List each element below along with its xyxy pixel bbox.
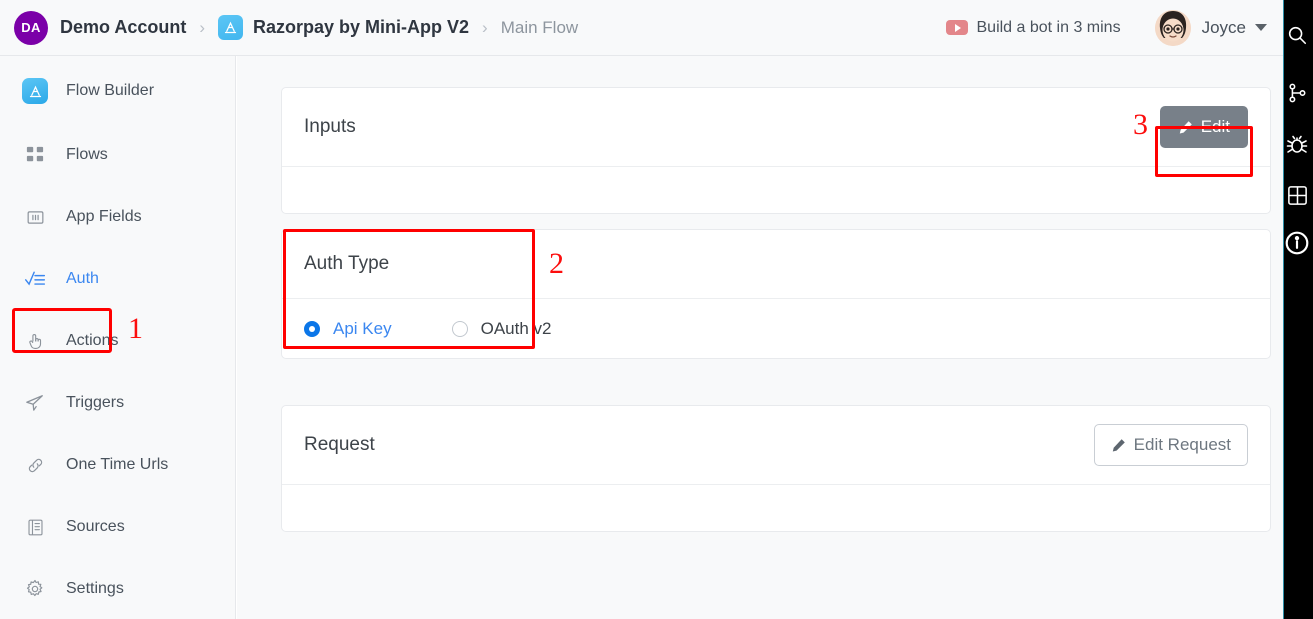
sidebar-item-label: Flow Builder bbox=[66, 82, 155, 99]
pencil-icon bbox=[1111, 438, 1126, 453]
breadcrumb-separator-icon-2: › bbox=[482, 18, 488, 37]
annotation-number-1: 1 bbox=[128, 312, 143, 345]
inputs-card: Inputs Edit bbox=[281, 87, 1271, 214]
sidebar-item-label: Settings bbox=[66, 580, 124, 597]
info-icon[interactable] bbox=[1284, 226, 1313, 260]
sidebar-item-label: Triggers bbox=[66, 394, 125, 411]
annotation-number-3: 3 bbox=[1133, 108, 1148, 141]
grid-icon[interactable] bbox=[1284, 178, 1313, 212]
auth-check-icon bbox=[22, 266, 48, 292]
paper-plane-icon bbox=[22, 390, 48, 416]
radio-oauth-v2-label: OAuth v2 bbox=[480, 318, 552, 338]
chevron-down-icon[interactable] bbox=[1255, 24, 1267, 31]
sidebar-item-label: Flows bbox=[66, 146, 108, 163]
user-name[interactable]: Joyce bbox=[1202, 18, 1246, 38]
radio-api-key[interactable]: Api Key bbox=[304, 319, 392, 339]
sidebar-item-sources[interactable]: Sources bbox=[0, 506, 235, 548]
sidebar-item-triggers[interactable]: Triggers bbox=[0, 382, 235, 424]
right-tool-rail bbox=[1283, 0, 1313, 619]
book-icon bbox=[22, 514, 48, 540]
avatar[interactable] bbox=[1154, 9, 1191, 46]
request-title: Request bbox=[304, 434, 375, 455]
breadcrumb-app[interactable]: Razorpay by Mini-App V2 bbox=[253, 17, 469, 38]
auth-card: Auth Type Api Key OAuth v2 bbox=[281, 229, 1271, 359]
inputs-card-header: Inputs Edit bbox=[282, 88, 1270, 167]
radio-oauth-v2-indicator[interactable] bbox=[451, 320, 468, 337]
gear-icon bbox=[22, 576, 48, 602]
breadcrumb-separator-icon: › bbox=[199, 18, 206, 37]
request-card-header: Request Edit Request bbox=[282, 406, 1270, 485]
auth-card-header: Auth Type bbox=[282, 230, 1270, 299]
sidebar-item-flows[interactable]: Flows bbox=[0, 134, 235, 176]
top-bar-right: Build a bot in 3 mins Joyce bbox=[945, 9, 1284, 46]
sidebar-item-label: One Time Urls bbox=[66, 456, 169, 473]
main-content: Inputs Edit 3 Auth Type Api Key OAuth v2… bbox=[237, 56, 1283, 619]
edit-request-button[interactable]: Edit Request bbox=[1093, 424, 1248, 466]
edit-button-label: Edit bbox=[1200, 117, 1230, 136]
branch-icon[interactable] bbox=[1284, 76, 1313, 110]
sidebar-item-label: Actions bbox=[66, 332, 119, 349]
sidebar-item-one-time-urls[interactable]: One Time Urls bbox=[0, 444, 235, 486]
account-initials: DA bbox=[21, 20, 41, 35]
request-card: Request Edit Request bbox=[281, 405, 1271, 532]
radio-oauth-v2[interactable]: OAuth v2 bbox=[451, 318, 552, 339]
inputs-title: Inputs bbox=[304, 116, 356, 137]
sidebar-item-app-fields[interactable]: App Fields bbox=[0, 196, 235, 238]
youtube-play-icon[interactable] bbox=[945, 20, 968, 35]
sidebar-item-label: App Fields bbox=[66, 208, 142, 225]
auth-card-body: Api Key OAuth v2 bbox=[282, 299, 1270, 358]
hand-click-icon bbox=[22, 328, 48, 354]
breadcrumb-account[interactable]: Demo Account bbox=[60, 17, 186, 38]
edit-request-button-label: Edit Request bbox=[1133, 435, 1231, 454]
search-icon[interactable] bbox=[1284, 18, 1313, 52]
app-fields-icon bbox=[22, 204, 48, 230]
sidebar-item-flow-builder[interactable]: Flow Builder bbox=[0, 70, 235, 112]
edit-button[interactable]: Edit bbox=[1159, 106, 1248, 148]
promo-link[interactable]: Build a bot in 3 mins bbox=[977, 19, 1121, 37]
pencil-icon bbox=[1178, 120, 1193, 135]
app-logo-icon bbox=[218, 15, 244, 40]
breadcrumb-flow[interactable]: Main Flow bbox=[501, 18, 578, 38]
link-icon bbox=[22, 452, 48, 478]
sidebar: Flow Builder Flows App Fields Auth Actio… bbox=[0, 56, 236, 619]
grid-icon bbox=[22, 142, 48, 168]
sidebar-item-auth[interactable]: Auth bbox=[0, 258, 235, 300]
auth-title: Auth Type bbox=[304, 253, 390, 274]
top-bar: DA Demo Account › Razorpay by Mini-App V… bbox=[0, 0, 1283, 56]
radio-api-key-indicator[interactable] bbox=[304, 320, 320, 337]
sidebar-item-label: Auth bbox=[66, 270, 99, 287]
annotation-number-2: 2 bbox=[549, 247, 564, 280]
inputs-card-body bbox=[282, 167, 1270, 213]
bug-icon[interactable] bbox=[1284, 128, 1313, 162]
sidebar-item-actions[interactable]: Actions bbox=[0, 320, 235, 362]
radio-api-key-label: Api Key bbox=[333, 318, 392, 338]
app-root: DA Demo Account › Razorpay by Mini-App V… bbox=[0, 0, 1313, 619]
flow-builder-icon bbox=[22, 78, 48, 104]
sidebar-item-settings[interactable]: Settings bbox=[0, 568, 235, 610]
sidebar-item-label: Sources bbox=[66, 518, 125, 535]
request-card-body bbox=[282, 485, 1270, 531]
account-avatar[interactable]: DA bbox=[14, 10, 48, 45]
